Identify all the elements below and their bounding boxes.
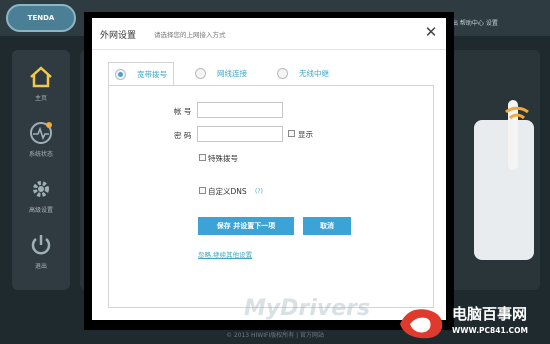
brand-title: 电脑百事网 [452,305,528,323]
radio-selected-icon [115,69,126,80]
close-icon: ✕ [424,23,438,41]
brand-url: WWW.PC841.COM [452,326,528,335]
tab-label: 网线连接 [217,68,247,78]
power-icon [31,235,51,255]
skip-settings-link[interactable]: 忽略,继续其他设置 [198,249,252,259]
title-divider [92,49,446,50]
gear-icon [33,181,49,197]
tab-label: 无线中继 [299,68,329,78]
status-icon [30,122,52,144]
sidebar-item-label: 高级设置 [28,207,53,214]
show-password-checkbox[interactable] [288,130,295,137]
password-input[interactable] [197,126,283,142]
show-password-label: 显示 [298,130,313,139]
wan-settings-dialog: 外网设置 请选择您的上网接入方式 ✕ 宽带拨号 网线连接 无线中继 帐 号 密 … [92,18,446,320]
special-dial-checkbox[interactable] [199,154,206,161]
save-next-button[interactable]: 保存 并设置下一项 [198,217,294,235]
special-dial-label: 特殊拨号 [208,154,238,163]
radio-icon [277,67,288,79]
sidebar-item-label: 主页 [34,95,47,102]
account-input[interactable] [197,102,283,118]
sidebar: 主页 系统状态 高级设置 退出 [12,50,70,290]
tab-wireless-relay[interactable]: 无线中继 [277,62,329,84]
cancel-button[interactable]: 取消 [303,217,351,235]
password-label: 密 码 [174,131,192,140]
dialog-subtitle: 请选择您的上网接入方式 [154,31,226,39]
tab-pppoe[interactable]: 宽带拨号 [108,62,174,86]
sidebar-item-logout[interactable]: 退出 [12,226,70,276]
account-label: 帐 号 [174,107,192,116]
sidebar-item-advanced[interactable]: 高级设置 [12,170,70,220]
home-icon [30,66,52,88]
sidebar-item-label: 系统状态 [28,151,53,158]
sidebar-item-label: 退出 [34,263,47,270]
custom-dns-checkbox[interactable] [199,187,206,194]
radio-icon [195,67,206,79]
router-illustration [474,100,534,260]
brand-logo: TENDA [6,4,76,32]
pppoe-panel [108,85,434,308]
sidebar-item-home[interactable]: 主页 [12,58,70,108]
tab-cable[interactable]: 网线连接 [195,62,247,84]
sidebar-item-status[interactable]: 系统状态 [12,114,70,164]
close-button[interactable]: ✕ [421,22,441,42]
custom-dns-label: 自定义DNS [208,187,247,196]
help-icon[interactable]: (?) [255,188,263,195]
mydrivers-watermark: MyDrivers [244,296,371,321]
brand-logo-text: TENDA [27,14,55,22]
tab-label: 宽带拨号 [137,70,167,79]
dialog-title: 外网设置 [100,31,137,41]
